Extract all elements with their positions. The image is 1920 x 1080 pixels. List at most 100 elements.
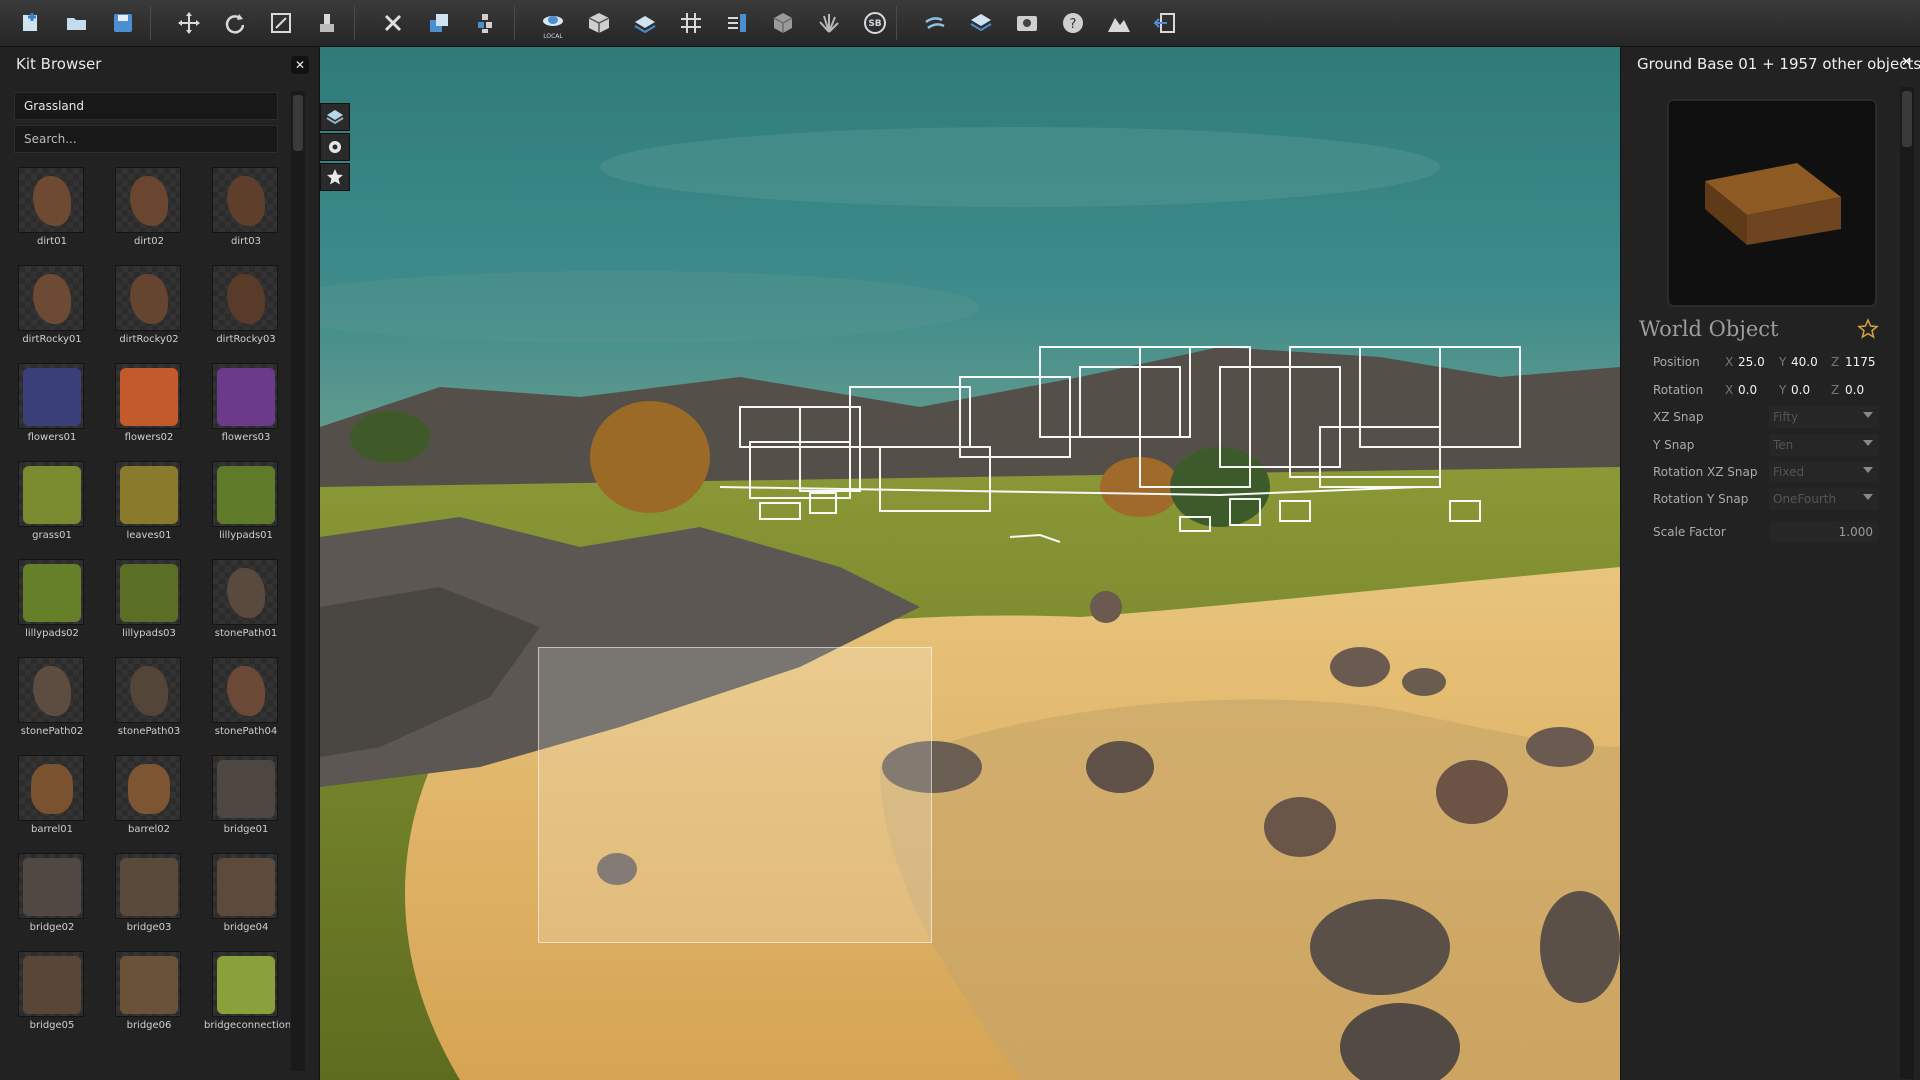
local-space-button[interactable]: LOCAL <box>536 7 570 40</box>
kit-item-dirt01[interactable]: dirt01 <box>10 167 94 265</box>
sb-button[interactable]: SB <box>858 7 892 39</box>
wind-button[interactable] <box>918 7 952 39</box>
rotation-xz-snap-dropdown[interactable]: Fixed <box>1769 461 1879 483</box>
kit-item-bridge04[interactable]: bridge04 <box>204 853 288 951</box>
close-icon[interactable]: ✕ <box>1901 55 1912 70</box>
asset-preview-icon <box>217 466 275 524</box>
kit-item-bridgeconnection01[interactable]: bridgeconnection01 <box>204 951 290 1049</box>
kit-item-flowers03[interactable]: flowers03 <box>204 363 288 461</box>
exit-button[interactable] <box>1148 7 1182 39</box>
xz-snap-dropdown[interactable]: Fifty <box>1769 406 1879 428</box>
kit-item-bridge01[interactable]: bridge01 <box>204 755 288 853</box>
kit-item-dirtRocky01[interactable]: dirtRocky01 <box>10 265 94 363</box>
inspector-scrollbar[interactable] <box>1900 87 1914 1079</box>
kit-item-bridge05[interactable]: bridge05 <box>10 951 94 1049</box>
kit-item-label: stonePath01 <box>214 628 278 639</box>
kit-scrollbar[interactable] <box>291 91 305 1071</box>
kit-item-label: stonePath02 <box>20 726 84 737</box>
kit-item-stonePath02[interactable]: stonePath02 <box>10 657 94 755</box>
layer-tool-button[interactable] <box>320 103 350 131</box>
y-snap-row: Y Snap Ten <box>1653 434 1903 456</box>
delete-button[interactable] <box>376 7 410 39</box>
close-icon[interactable]: ✕ <box>291 56 309 74</box>
grid-button[interactable] <box>674 7 708 39</box>
kit-browser-header: Kit Browser ✕ <box>0 47 319 81</box>
move-tool-button[interactable] <box>172 7 206 39</box>
kit-item-grass01[interactable]: grass01 <box>10 461 94 559</box>
rotation-y-snap-dropdown[interactable]: OneFourth <box>1769 488 1879 510</box>
scale-factor-row: Scale Factor 1.000 <box>1653 521 1903 543</box>
kit-item-lillypads03[interactable]: lillypads03 <box>107 559 191 657</box>
snap-object-icon <box>588 13 610 33</box>
inspector-panel: Ground Base 01 + 1957 other objects ✕ Wo… <box>1620 47 1920 1080</box>
kit-item-barrel02[interactable]: barrel02 <box>107 755 191 853</box>
new-scene-button[interactable] <box>14 7 48 39</box>
snap-surface-button[interactable] <box>628 7 662 39</box>
scale-tool-button[interactable] <box>264 7 298 39</box>
position-y-field[interactable]: 40.0 <box>1791 355 1818 369</box>
position-z-field[interactable]: 1175 <box>1845 355 1876 369</box>
measure-button[interactable] <box>720 7 754 39</box>
y-snap-dropdown[interactable]: Ten <box>1769 434 1879 456</box>
kit-item-dirtRocky03[interactable]: dirtRocky03 <box>204 265 288 363</box>
inspector-title: Ground Base 01 + 1957 other objects <box>1637 55 1920 73</box>
kit-item-dirtRocky02[interactable]: dirtRocky02 <box>107 265 191 363</box>
kit-item-leaves01[interactable]: leaves01 <box>107 461 191 559</box>
kit-item-thumbnail <box>212 167 278 233</box>
favorites-tool-button[interactable] <box>320 163 350 191</box>
help-button[interactable]: ? <box>1056 7 1090 39</box>
kit-item-bridge03[interactable]: bridge03 <box>107 853 191 951</box>
align-button[interactable] <box>468 7 502 39</box>
favorite-star-icon[interactable] <box>1857 318 1879 340</box>
rotation-x-field[interactable]: 0.0 <box>1738 383 1757 397</box>
kit-item-label: lillypads01 <box>219 530 273 541</box>
kit-item-label: barrel02 <box>128 824 170 835</box>
star-icon <box>327 169 343 185</box>
kit-item-lillypads02[interactable]: lillypads02 <box>10 559 94 657</box>
asset-preview-icon <box>120 564 178 622</box>
scene-viewport[interactable] <box>320 47 1620 1080</box>
scrollbar-thumb[interactable] <box>1902 91 1912 147</box>
kit-item-dirt02[interactable]: dirt02 <box>107 167 191 265</box>
kit-item-stonePath04[interactable]: stonePath04 <box>204 657 288 755</box>
x-axis-label: X <box>1725 355 1734 369</box>
kit-item-flowers02[interactable]: flowers02 <box>107 363 191 461</box>
asset-preview-icon <box>227 176 265 226</box>
rotation-y-snap-label: Rotation Y Snap <box>1653 492 1749 506</box>
rotate-tool-button[interactable] <box>218 7 252 39</box>
open-folder-button[interactable] <box>60 7 94 39</box>
kit-item-bridge06[interactable]: bridge06 <box>107 951 191 1049</box>
kit-item-label: bridge04 <box>223 922 269 933</box>
duplicate-button[interactable] <box>422 7 456 39</box>
scale-factor-field[interactable]: 1.000 <box>1769 521 1879 543</box>
xz-snap-label: XZ Snap <box>1653 410 1704 424</box>
camera-button[interactable] <box>1010 7 1044 39</box>
layers-button[interactable] <box>964 7 998 39</box>
kit-item-bridge02[interactable]: bridge02 <box>10 853 94 951</box>
kit-search-input[interactable]: Search... <box>14 125 278 153</box>
save-button[interactable] <box>106 7 140 39</box>
kit-item-dirt03[interactable]: dirt03 <box>204 167 288 265</box>
kit-item-stonePath01[interactable]: stonePath01 <box>204 559 288 657</box>
rotation-y-field[interactable]: 0.0 <box>1791 383 1810 397</box>
position-x-field[interactable]: 25.0 <box>1738 355 1765 369</box>
rotation-z-field[interactable]: 0.0 <box>1845 383 1864 397</box>
cube-button[interactable] <box>766 7 800 39</box>
settings-tool-button[interactable] <box>320 133 350 161</box>
kit-item-label: dirtRocky03 <box>216 334 276 345</box>
move-tool-icon <box>178 12 200 34</box>
scrollbar-thumb[interactable] <box>293 95 303 151</box>
kit-item-stonePath03[interactable]: stonePath03 <box>107 657 191 755</box>
paint-tool-button[interactable] <box>310 7 344 39</box>
scene-render <box>320 47 1620 1080</box>
kit-item-barrel01[interactable]: barrel01 <box>10 755 94 853</box>
save-icon <box>114 14 132 32</box>
kit-item-thumbnail <box>18 363 84 429</box>
kit-item-lillypads01[interactable]: lillypads01 <box>204 461 288 559</box>
terrain-button[interactable] <box>1102 7 1136 39</box>
snap-object-button[interactable] <box>582 7 616 39</box>
kit-category-dropdown[interactable]: Grassland <box>14 92 278 120</box>
foliage-button[interactable] <box>812 7 846 39</box>
selection-marquee <box>538 647 932 943</box>
kit-item-flowers01[interactable]: flowers01 <box>10 363 94 461</box>
